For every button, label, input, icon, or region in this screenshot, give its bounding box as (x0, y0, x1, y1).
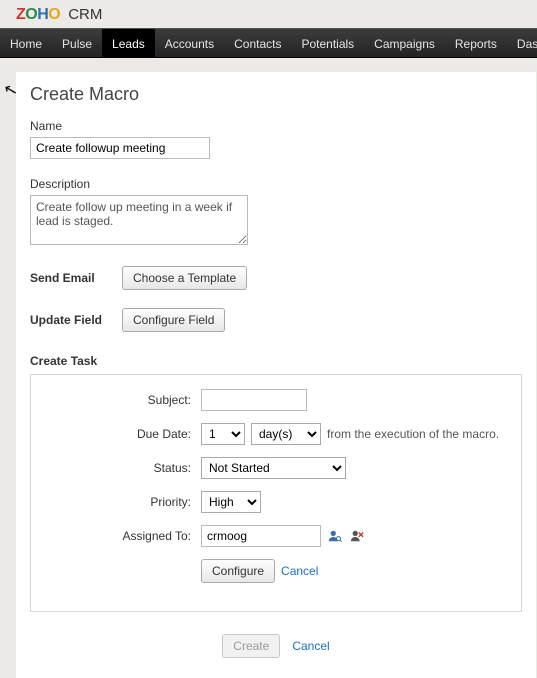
nav-home[interactable]: Home (0, 29, 52, 57)
nav-campaigns[interactable]: Campaigns (364, 29, 445, 57)
header-bar: ZOHO CRM (0, 0, 537, 28)
status-select[interactable]: Not Started (201, 457, 346, 479)
nav-leads[interactable]: Leads (102, 29, 155, 57)
update-field-label: Update Field (30, 313, 110, 327)
create-task-label: Create Task (30, 354, 522, 368)
user-lookup-icon[interactable] (327, 529, 343, 543)
page-body: Create Macro Name Description Create fol… (16, 72, 536, 678)
configure-field-button[interactable]: Configure Field (122, 308, 225, 332)
send-email-label: Send Email (30, 271, 110, 285)
priority-select[interactable]: High (201, 491, 261, 513)
assigned-to-input[interactable] (201, 525, 321, 547)
task-configure-button[interactable]: Configure (201, 559, 275, 583)
subject-input[interactable] (201, 389, 307, 411)
priority-label: Priority: (41, 495, 201, 509)
description-textarea[interactable]: Create follow up meeting in a week if le… (30, 195, 248, 245)
assigned-to-label: Assigned To: (41, 529, 201, 543)
footer-actions: Create Cancel (30, 634, 522, 658)
product-name: CRM (68, 6, 102, 23)
nav-accounts[interactable]: Accounts (155, 29, 224, 57)
clear-user-icon[interactable] (349, 529, 365, 543)
name-label: Name (30, 119, 522, 133)
due-date-label: Due Date: (41, 427, 201, 441)
footer-cancel-link[interactable]: Cancel (292, 639, 329, 653)
zoho-logo: ZOHO (16, 6, 64, 23)
main-nav: Home Pulse Leads Accounts Contacts Poten… (0, 28, 537, 58)
status-label: Status: (41, 461, 201, 475)
due-unit-select[interactable]: day(s) (251, 423, 321, 445)
nav-contacts[interactable]: Contacts (224, 29, 291, 57)
due-suffix-text: from the execution of the macro. (327, 427, 499, 441)
subject-label: Subject: (41, 393, 201, 407)
page-title: Create Macro (30, 84, 522, 105)
name-input[interactable] (30, 137, 210, 159)
choose-template-button[interactable]: Choose a Template (122, 266, 247, 290)
nav-pulse[interactable]: Pulse (52, 29, 102, 57)
create-button[interactable]: Create (222, 634, 280, 658)
create-task-panel: Subject: Due Date: 1 day(s) from the exe… (30, 374, 522, 612)
description-label: Description (30, 177, 522, 191)
task-cancel-link[interactable]: Cancel (281, 564, 318, 578)
nav-reports[interactable]: Reports (445, 29, 507, 57)
due-quantity-select[interactable]: 1 (201, 423, 245, 445)
nav-dashboards[interactable]: Dashboards (507, 29, 537, 57)
nav-potentials[interactable]: Potentials (291, 29, 364, 57)
